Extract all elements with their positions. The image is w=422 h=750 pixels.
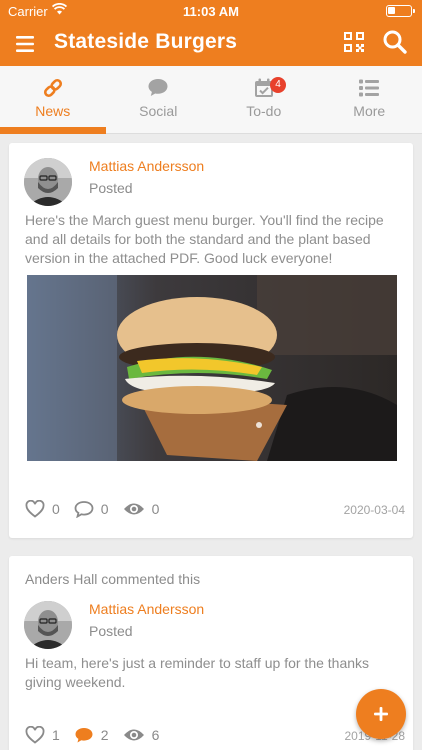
tab-label: News xyxy=(35,103,71,119)
tab-social[interactable]: Social xyxy=(106,66,212,134)
active-tab-indicator xyxy=(0,127,106,134)
author-name[interactable]: Mattias Andersson xyxy=(89,158,204,174)
like-button[interactable]: 0 xyxy=(25,500,60,518)
author-name[interactable]: Mattias Andersson xyxy=(89,601,204,617)
like-button[interactable]: 1 xyxy=(25,726,60,744)
status-time: 11:03 AM xyxy=(183,4,239,19)
app-title: Stateside Burgers xyxy=(54,30,238,53)
tab-label: More xyxy=(353,103,386,119)
chat-bubble-icon xyxy=(106,76,212,100)
view-count: 0 xyxy=(151,501,160,517)
comment-icon xyxy=(74,501,94,518)
tab-news[interactable]: News xyxy=(0,66,106,134)
post-date: 2020-03-04 xyxy=(343,503,405,517)
like-count: 0 xyxy=(52,501,60,517)
list-icon xyxy=(317,76,422,100)
comment-count: 2 xyxy=(100,727,109,743)
plus-icon xyxy=(374,707,388,721)
post-action-label: Posted xyxy=(89,180,133,196)
burger-photo[interactable] xyxy=(27,275,397,461)
add-post-button[interactable] xyxy=(356,689,406,739)
heart-icon xyxy=(25,726,45,744)
post-card[interactable]: Mattias Andersson Posted Here's the Marc… xyxy=(9,143,413,538)
hamburger-menu-icon[interactable] xyxy=(14,32,38,56)
tab-label: To-do xyxy=(246,103,282,119)
comment-button[interactable]: 0 xyxy=(74,500,109,518)
views-stat: 6 xyxy=(123,727,160,743)
link-icon xyxy=(0,76,106,100)
battery-icon xyxy=(386,5,415,17)
tab-label: Social xyxy=(139,103,178,119)
like-count: 1 xyxy=(52,727,60,743)
views-stat: 0 xyxy=(123,501,160,517)
post-text: Hi team, here's just a reminder to staff… xyxy=(25,655,370,690)
search-icon[interactable] xyxy=(382,29,408,55)
tab-bar: News Social 4 To-do More xyxy=(0,66,422,134)
tab-more[interactable]: More xyxy=(317,66,422,134)
activity-label: Anders Hall commented this xyxy=(25,571,201,587)
avatar[interactable] xyxy=(24,601,72,649)
comment-icon xyxy=(75,728,93,743)
avatar[interactable] xyxy=(24,158,72,206)
comment-count: 0 xyxy=(100,501,109,517)
app-bar: Stateside Burgers xyxy=(0,22,422,66)
post-card[interactable]: Anders Hall commented this Mattias Ander… xyxy=(9,556,413,750)
post-action-label: Posted xyxy=(89,623,133,639)
heart-icon xyxy=(25,500,45,518)
status-bar: Carrier 11:03 AM xyxy=(0,0,422,22)
tab-todo[interactable]: 4 To-do xyxy=(211,66,317,134)
post-stats: 0 0 0 xyxy=(25,498,173,520)
post-text: Here's the March guest menu burger. You'… xyxy=(25,212,384,266)
post-stats: 1 2 6 xyxy=(25,724,173,746)
top-bar: Carrier 11:03 AM Stateside Burgers xyxy=(0,0,422,66)
view-count: 6 xyxy=(151,727,160,743)
calendar-check-icon xyxy=(211,76,317,100)
qr-code-icon[interactable] xyxy=(342,30,366,54)
todo-count-badge: 4 xyxy=(270,77,286,93)
comment-button[interactable]: 2 xyxy=(74,726,109,744)
